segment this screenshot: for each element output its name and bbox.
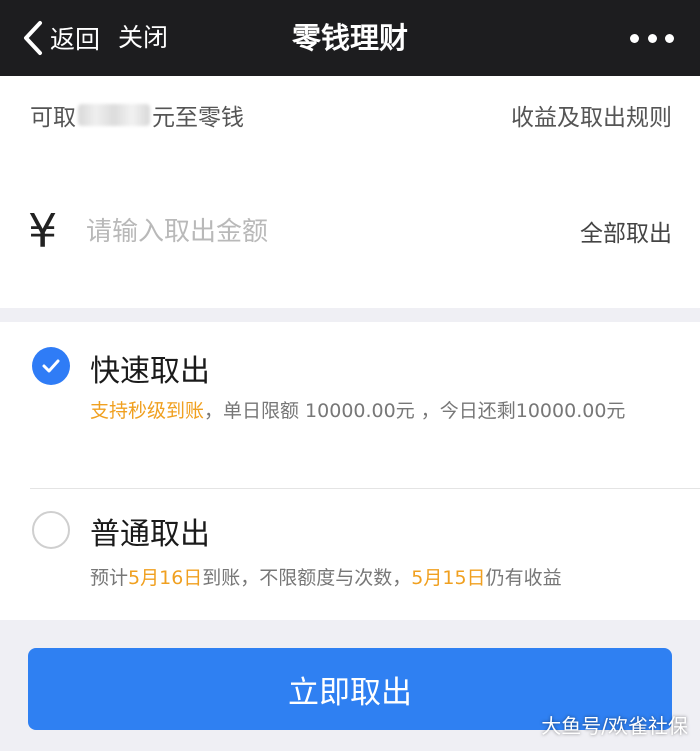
checkmark-icon[interactable] <box>32 347 70 385</box>
more-menu-button[interactable] <box>630 26 674 50</box>
normal-earning-date: 5月15日 <box>411 567 486 589</box>
navbar: 返回 关闭 零钱理财 <box>0 0 700 76</box>
normal-desc-part2: 到账，不限额度与次数， <box>202 567 412 589</box>
option-fast-withdraw[interactable]: 快速取出 支持秒级到账，单日限额 10000.00元 ，今日还剩10000.00… <box>0 322 700 488</box>
fast-option-title: 快速取出 <box>90 354 210 389</box>
fast-desc-rest: ，单日限额 10000.00元 ，今日还剩10000.00元 <box>204 400 626 422</box>
withdraw-options: 快速取出 支持秒级到账，单日限额 10000.00元 ，今日还剩10000.00… <box>0 322 700 620</box>
normal-desc-part3: 仍有收益 <box>485 567 562 589</box>
amount-card: 可取 元至零钱 收益及取出规则 ¥ 全部取出 <box>0 76 700 308</box>
close-button[interactable]: 关闭 <box>118 20 168 56</box>
available-balance-line: 可取 元至零钱 <box>30 98 244 132</box>
watermark: 大鱼号/欢雀社保 <box>541 714 688 738</box>
yen-icon: ¥ <box>28 204 58 258</box>
blurred-amount <box>78 104 150 126</box>
rules-link[interactable]: 收益及取出规则 <box>511 98 672 132</box>
available-prefix: 可取 <box>30 105 76 131</box>
back-label: 返回 <box>50 25 101 54</box>
normal-desc-part1: 预计 <box>90 567 129 589</box>
chevron-left-icon <box>24 21 42 55</box>
more-dots-icon <box>630 33 639 43</box>
fast-highlight: 支持秒级到账 <box>90 400 205 422</box>
normal-option-title: 普通取出 <box>90 517 210 552</box>
radio-unchecked-icon[interactable] <box>32 511 70 549</box>
more-dot <box>665 33 674 43</box>
available-suffix: 元至零钱 <box>152 105 244 131</box>
check-icon <box>42 359 60 373</box>
withdraw-all-button[interactable]: 全部取出 <box>580 214 672 248</box>
option-normal-withdraw[interactable]: 普通取出 预计5月16日到账，不限额度与次数，5月15日仍有收益 <box>0 489 700 620</box>
more-dot <box>647 33 657 43</box>
back-button[interactable]: 返回 <box>22 20 100 56</box>
normal-arrival-date: 5月16日 <box>128 567 203 589</box>
normal-option-desc: 预计5月16日到账，不限额度与次数，5月15日仍有收益 <box>90 563 674 593</box>
fast-option-desc: 支持秒级到账，单日限额 10000.00元 ，今日还剩10000.00元 <box>90 396 674 426</box>
amount-input[interactable] <box>86 210 546 254</box>
page-title: 零钱理财 <box>291 21 408 55</box>
